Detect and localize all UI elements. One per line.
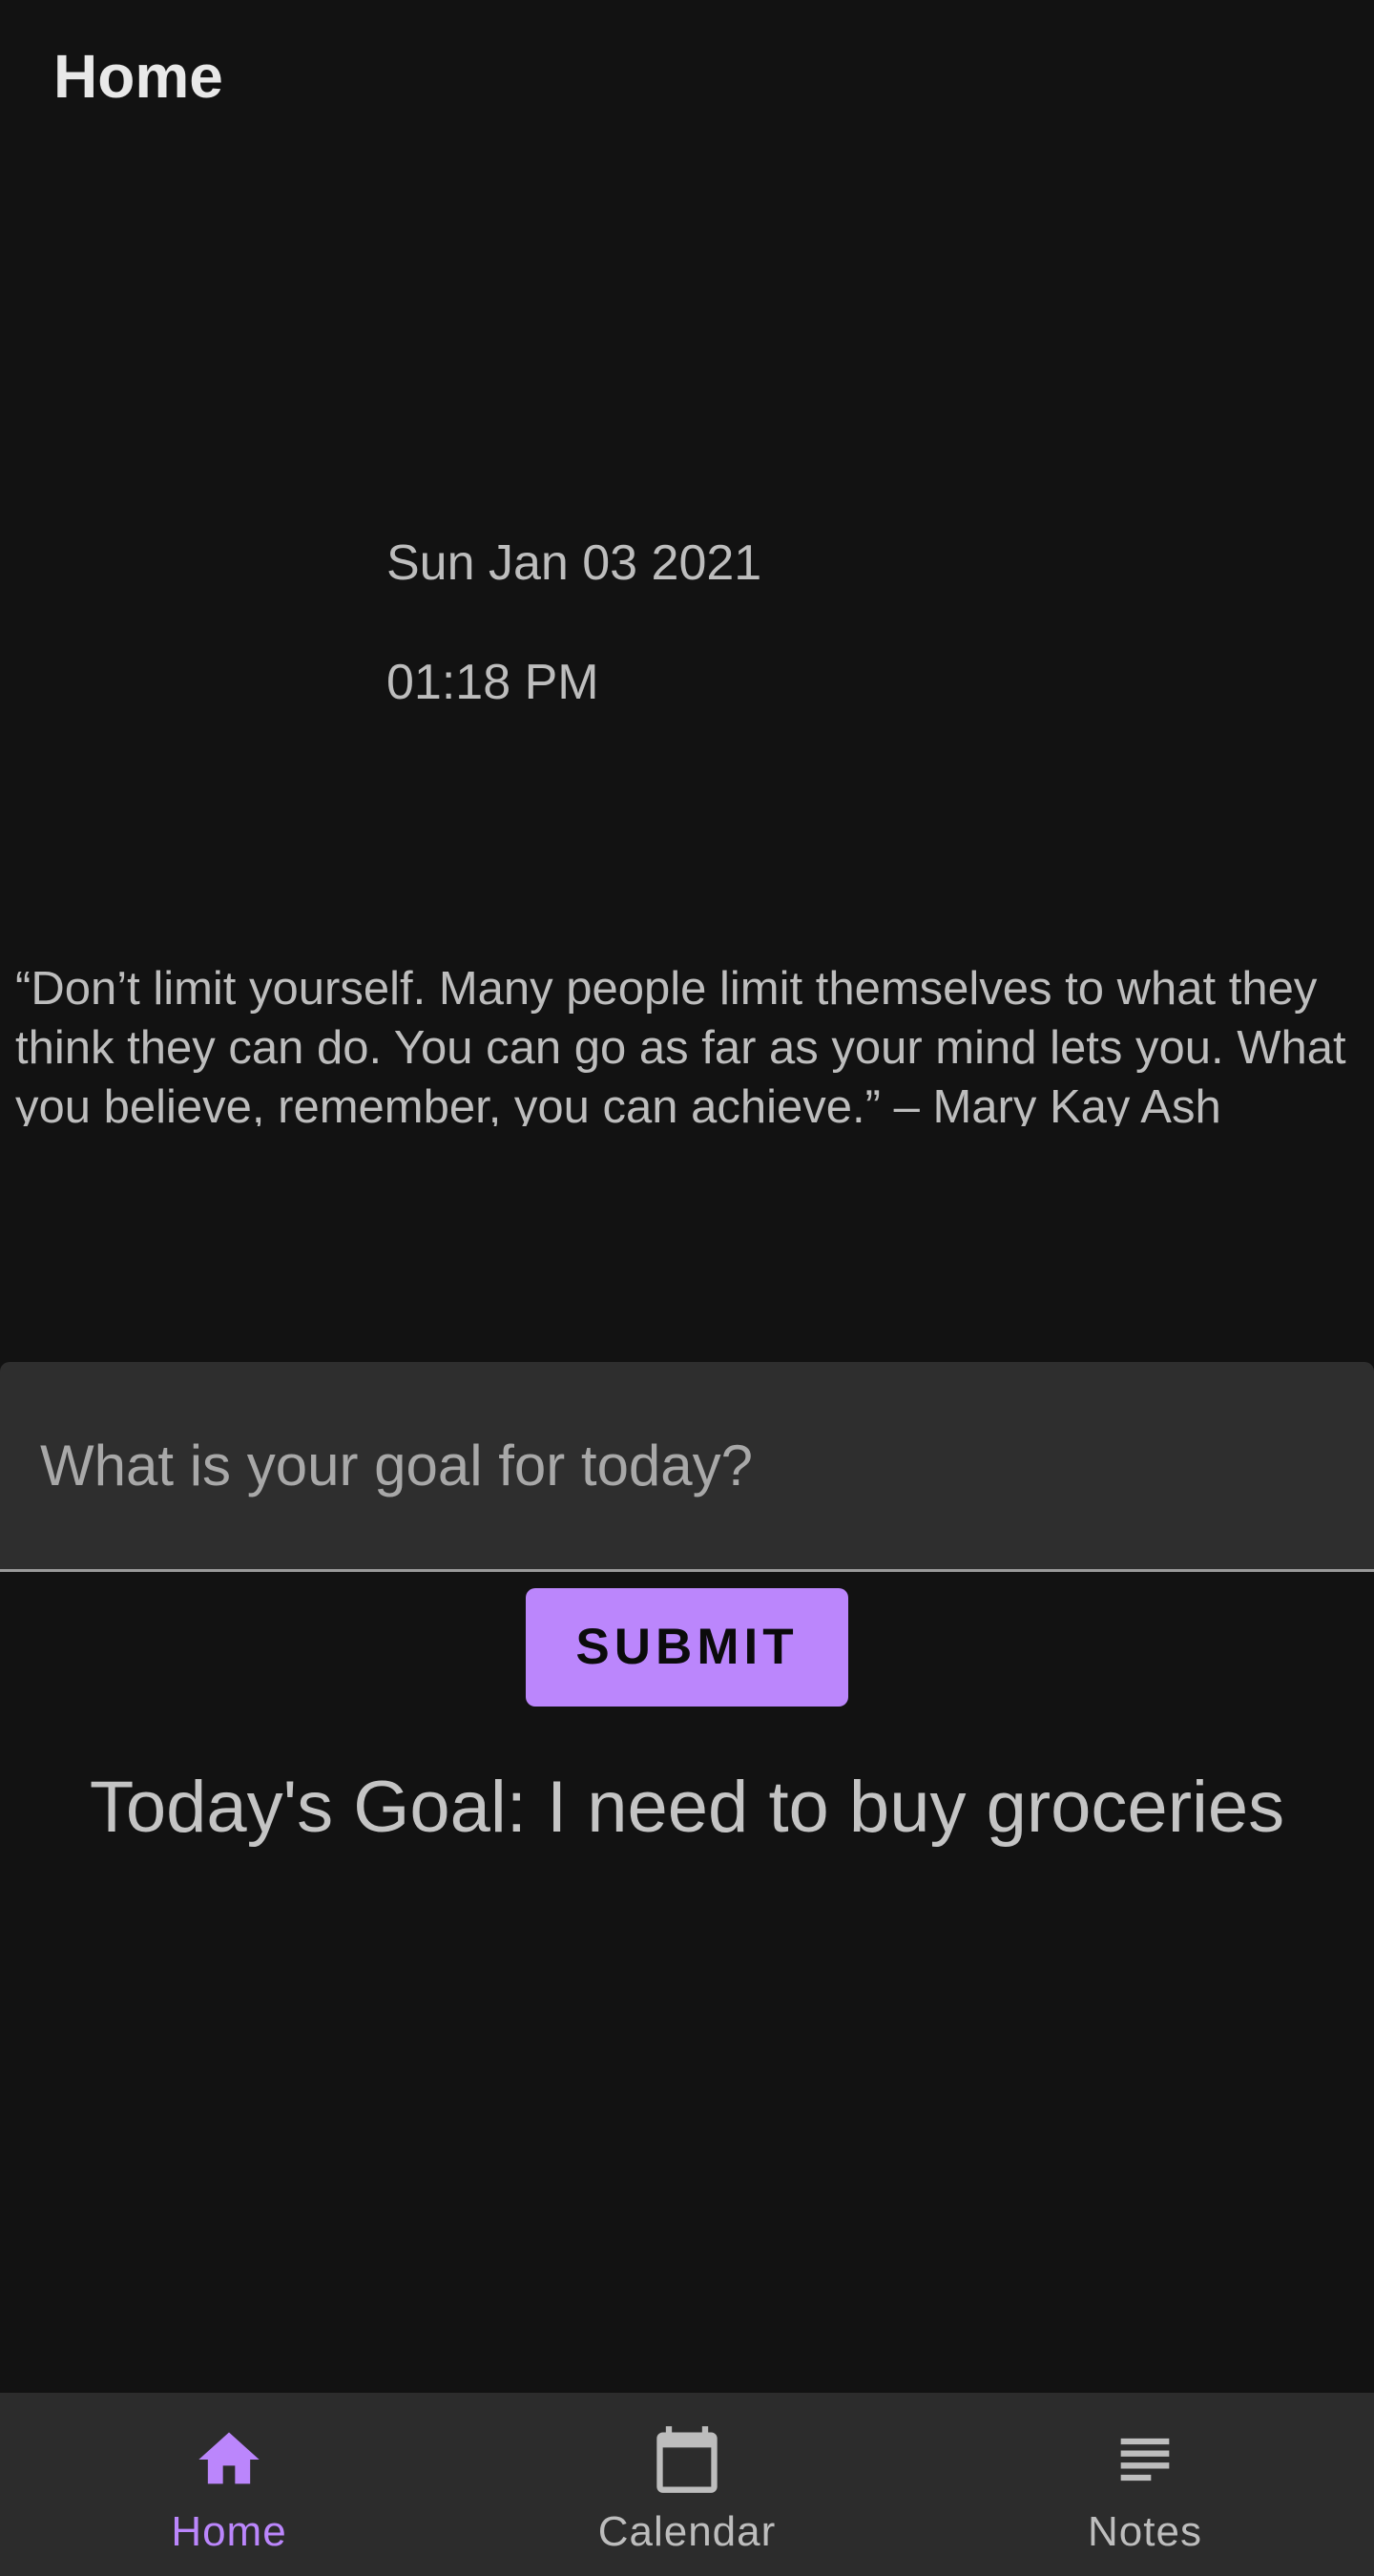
notes-icon [1120,2438,1170,2482]
nav-label-notes: Notes [1088,2508,1202,2555]
goal-text-field[interactable] [0,1362,1374,1572]
home-icon [198,2432,260,2484]
current-time: 01:18 PM [386,655,599,710]
bottom-navigation: Home Calendar Notes [0,2393,1374,2576]
nav-label-home: Home [171,2508,287,2555]
quote-container: “Don’t limit yourself. Many people limit… [0,959,1374,1126]
app-screen: Home Sun Jan 03 2021 01:18 PM “Don’t lim… [0,0,1374,2576]
goal-input[interactable] [40,1362,1338,1569]
quote-text: “Don’t limit yourself. Many people limit… [15,963,1346,1126]
calendar-icon [656,2426,718,2493]
nav-item-calendar[interactable]: Calendar [458,2393,916,2576]
app-header: Home [0,0,1374,162]
nav-item-home[interactable]: Home [0,2393,458,2576]
nav-item-notes[interactable]: Notes [916,2393,1374,2576]
nav-label-calendar: Calendar [597,2508,777,2555]
page-title: Home [53,42,223,111]
submit-button[interactable]: SUBMIT [526,1588,848,1707]
todays-goal-text: Today's Goal: I need to buy groceries [89,1767,1285,1848]
current-date: Sun Jan 03 2021 [386,535,762,591]
